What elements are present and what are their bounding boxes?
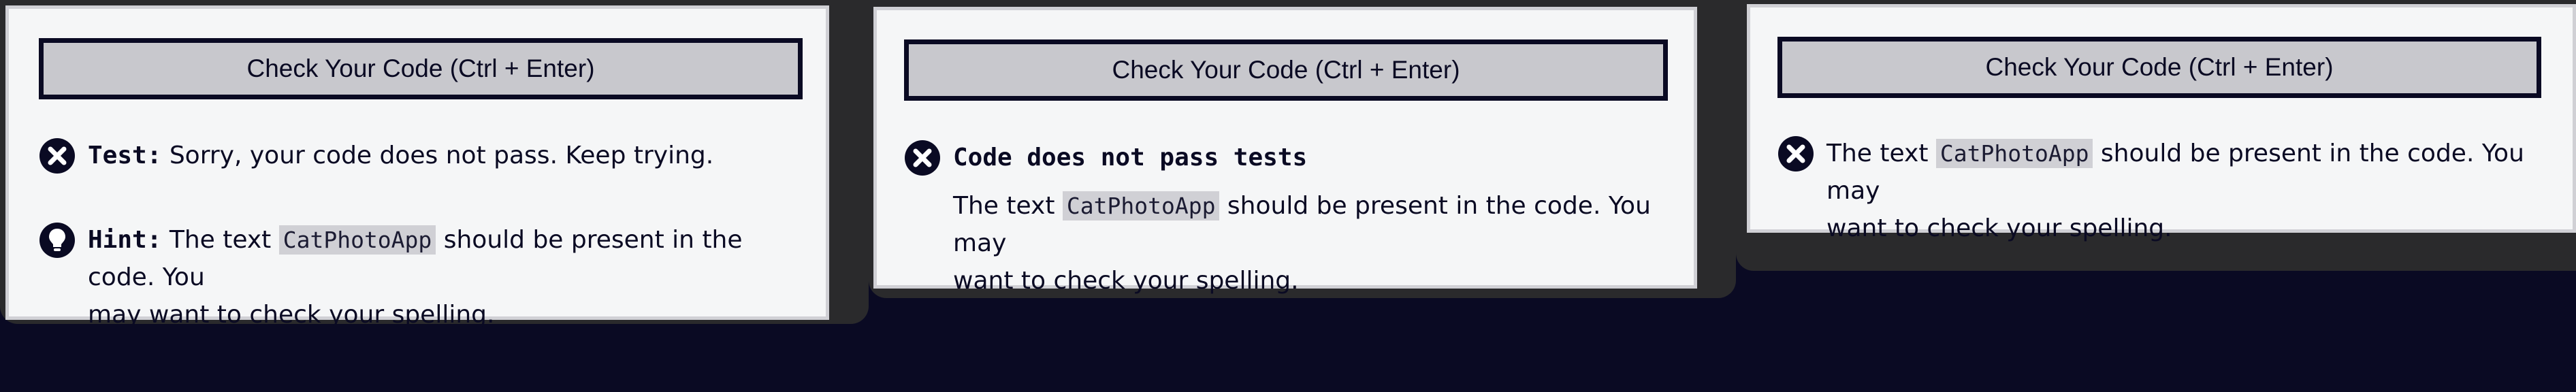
result-panel-1: Check Your Code (Ctrl + Enter) Test: Sor… (5, 5, 829, 329)
fail-code: CatPhotoApp (1935, 139, 2093, 168)
fail-text-after: should be present in the code. You may (953, 192, 1651, 257)
check-code-button[interactable]: Check Your Code (Ctrl + Enter) (904, 39, 1668, 101)
fail-text-after-2: want to check your spelling. (1826, 214, 2172, 242)
check-code-button[interactable]: Check Your Code (Ctrl + Enter) (1777, 37, 2541, 98)
fail-text-before: The text (1826, 140, 1929, 167)
fail-text-after-2: want to check your spelling. (953, 267, 1299, 295)
result-panel-3: Check Your Code (Ctrl + Enter) The text … (1747, 4, 2576, 242)
x-circle-icon (39, 137, 76, 174)
fail-title: Code does not pass tests (953, 139, 1675, 176)
fail-code: CatPhotoApp (1062, 191, 1220, 220)
fail-text-after: should be present in the code. You may (1826, 140, 2524, 205)
check-code-button[interactable]: Check Your Code (Ctrl + Enter) (39, 38, 803, 99)
x-circle-icon (1777, 135, 1814, 172)
hint-text-before: The text (169, 226, 272, 254)
hint-code: CatPhotoApp (278, 225, 436, 255)
hint-message: Hint: The text CatPhotoApp should be pre… (88, 221, 816, 333)
test-text: Sorry, your code does not pass. Keep try… (169, 142, 714, 169)
test-message: Test: Sorry, your code does not pass. Ke… (88, 137, 809, 174)
test-label: Test: (88, 142, 162, 169)
x-circle-icon (904, 140, 941, 176)
hint-label: Hint: (88, 226, 162, 254)
fail-message: The text CatPhotoApp should be present i… (953, 187, 1688, 299)
fail-message: The text CatPhotoApp should be present i… (1826, 135, 2562, 247)
fail-text-before: The text (953, 192, 1055, 220)
result-panel-2: Check Your Code (Ctrl + Enter) Code does… (873, 7, 1697, 295)
fail-title-text: Code does not pass tests (953, 144, 1308, 172)
hint-text-after-2: may want to check your spelling. (88, 301, 495, 329)
lightbulb-icon (39, 222, 76, 259)
